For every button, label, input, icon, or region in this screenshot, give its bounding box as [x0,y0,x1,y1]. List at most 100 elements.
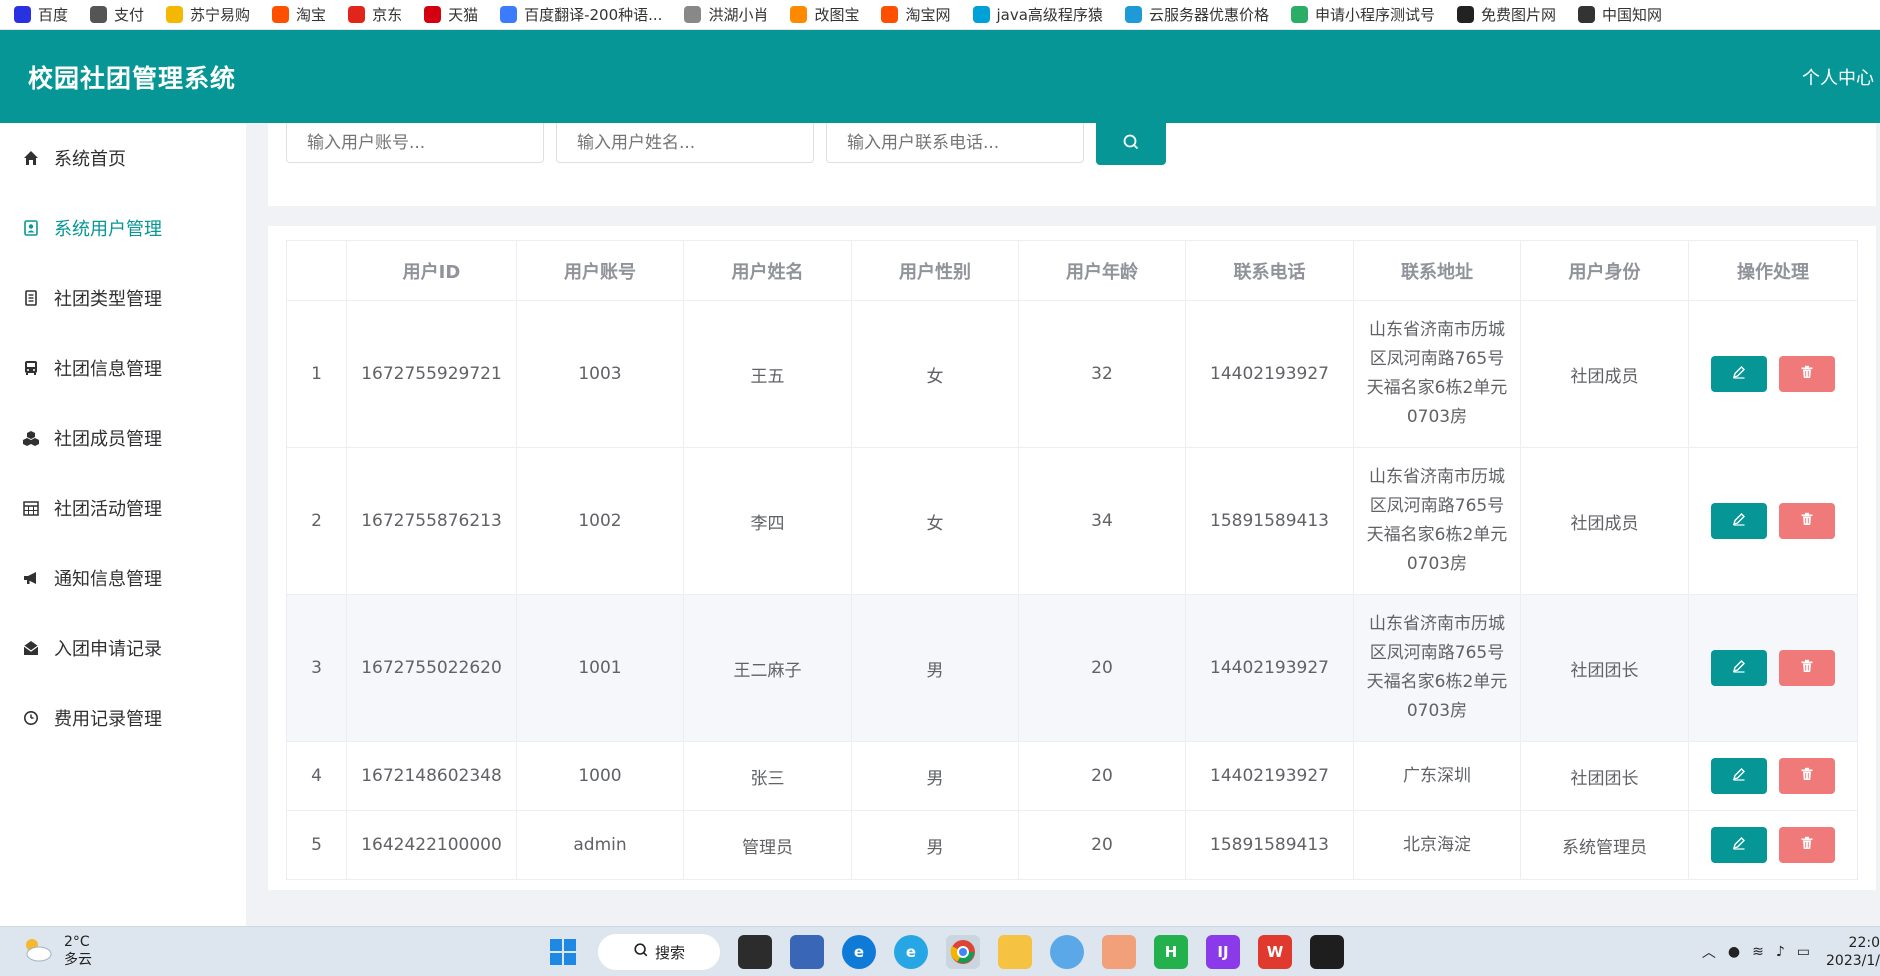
edit-button[interactable] [1711,503,1767,539]
gender-cell: 男 [851,741,1019,811]
column-header: 联系地址 [1353,240,1521,301]
sidebar-item[interactable]: 费用记录管理 [0,683,246,753]
account-cell: 1003 [516,300,684,448]
delete-button[interactable] [1779,503,1835,539]
bookmark-label: 免费图片网 [1480,6,1556,24]
sidebar-item[interactable]: 通知信息管理 [0,543,246,613]
phone-search-input[interactable] [826,123,1084,163]
trash-icon [1800,364,1814,384]
baidu-icon [14,6,31,23]
bookmark-item[interactable]: 百度 [14,0,68,29]
ie-browser-icon[interactable]: e [894,935,928,969]
bookmark-item[interactable]: 百度翻译-200种语... [500,0,662,29]
task-view-icon[interactable] [738,935,772,969]
edit-button[interactable] [1711,356,1767,392]
edit-button[interactable] [1711,758,1767,794]
table-row: 1 1672755929721 1003 王五女 32 14402193927 山东省济南市… [286,300,1858,448]
bookmark-item[interactable]: 中国知网 [1577,0,1662,29]
table-row: 2 1672755876213 1002 李四女 34 15891589413 山东省济南市… [286,447,1858,595]
sidebar-item[interactable]: 社团类型管理 [0,263,246,333]
file-explorer-icon[interactable] [998,935,1032,969]
bookmark-item[interactable]: 京东 [348,0,402,29]
user-center-link[interactable]: 个人中心 [1802,64,1874,90]
bookmark-item[interactable]: 支付 [90,0,145,29]
qq-icon[interactable]: ● [1728,944,1740,960]
sidebar-item[interactable]: 入团申请记录 [0,613,246,683]
bookmark-label: 中国知网 [1601,6,1662,24]
weather-widget[interactable]: 2°C 多云 [20,933,92,969]
edit-button[interactable] [1711,650,1767,686]
edit-button[interactable] [1711,827,1767,863]
edge-browser-icon[interactable]: e [842,935,876,969]
user-table-panel: 用户ID 用户账号 用户姓名 用户性别 用户年龄 联系电话 联系地址 用户身份 操作处理 1 16… [268,226,1876,890]
phone-cell: 14402193927 [1185,594,1354,742]
age-cell: 32 [1018,300,1186,448]
taskbar-search-label: 搜索 [654,943,685,962]
role-cell: 社团团长 [1520,741,1689,811]
chrome-browser-icon[interactable] [946,935,980,969]
bookmark-item[interactable]: 申请小程序测试号 [1290,0,1435,29]
bookmark-item[interactable]: 免费图片网 [1456,0,1556,29]
bookmark-item[interactable]: 淘宝 [272,0,327,29]
battery-icon[interactable]: ▭ [1797,944,1810,960]
home-icon [22,149,40,167]
office-app-icon[interactable] [1102,935,1136,969]
gender-cell: 女 [851,300,1019,448]
column-header: 用户姓名 [683,240,852,301]
sidebar-item-label: 通知信息管理 [54,569,162,590]
bookmark-item[interactable]: 云服务器优惠价格 [1124,0,1269,29]
intellij-icon[interactable]: IJ [1206,935,1240,969]
sidebar-item[interactable]: 社团活动管理 [0,473,246,543]
bookmark-label: 支付 [114,6,145,24]
bus-icon [22,359,40,377]
bookmark-item[interactable]: 天猫 [424,0,478,29]
terminal-icon[interactable] [1310,935,1344,969]
bookmark-item[interactable]: 改图宝 [790,0,859,29]
name-search-input[interactable] [556,123,814,163]
phone-cell: 14402193927 [1185,300,1354,448]
delete-button[interactable] [1779,827,1835,863]
bookmark-item[interactable]: 淘宝网 [881,0,951,29]
account-cell: 1001 [516,594,684,742]
gender-cell: 男 [851,594,1019,742]
chevron-up-icon[interactable]: ︿ [1702,942,1716,962]
wps-icon[interactable]: W [1258,935,1292,969]
sidebar-item[interactable]: 系统首页 [0,123,246,193]
bookmark-label: 淘宝网 [905,6,951,24]
sidebar-item[interactable]: 系统用户管理 [0,193,246,263]
volume-icon[interactable]: ♪ [1776,944,1785,960]
taskbar-search-button[interactable]: 搜索 [598,934,720,970]
sidebar-item-label: 社团类型管理 [54,289,162,310]
bookmark-item[interactable]: java高级程序猿 [972,0,1103,29]
windows-start-icon[interactable] [546,935,580,969]
table-row: 3 1672755022620 1001 王二麻子男 20 14402193927 山东省济… [286,594,1858,742]
sidebar-item[interactable]: 社团成员管理 [0,403,246,473]
user-card-icon [22,219,40,237]
jd-icon [348,6,366,23]
role-cell: 社团团长 [1520,594,1689,742]
network-app-icon[interactable] [790,935,824,969]
feishu-icon[interactable] [1050,935,1084,969]
address-cell: 广东深圳 [1353,741,1521,811]
sidebar-item[interactable]: 社团信息管理 [0,333,246,403]
bookmark-item[interactable]: 苏宁易购 [166,0,250,29]
bookmark-item[interactable]: 洪湖小肖 [684,0,768,29]
gender-cell: 女 [851,447,1019,595]
clock[interactable]: 22:0 2023/1/ [1822,934,1880,970]
role-cell: 社团成员 [1520,447,1689,595]
delete-button[interactable] [1779,758,1835,794]
hbuilder-icon[interactable]: H [1154,935,1188,969]
column-header: 用户账号 [516,240,684,301]
bookmark-label: 淘宝 [296,6,327,24]
trash-icon [1800,835,1814,855]
account-search-input[interactable] [286,123,544,163]
delete-button[interactable] [1779,650,1835,686]
wifi-icon[interactable]: ≋ [1752,944,1764,960]
bookmark-label: java高级程序猿 [996,6,1103,24]
actions-cell [1688,741,1858,811]
age-cell: 20 [1018,741,1186,811]
row-index: 3 [286,594,347,742]
search-button[interactable] [1096,123,1166,165]
bookmark-label: 云服务器优惠价格 [1148,6,1269,24]
delete-button[interactable] [1779,356,1835,392]
